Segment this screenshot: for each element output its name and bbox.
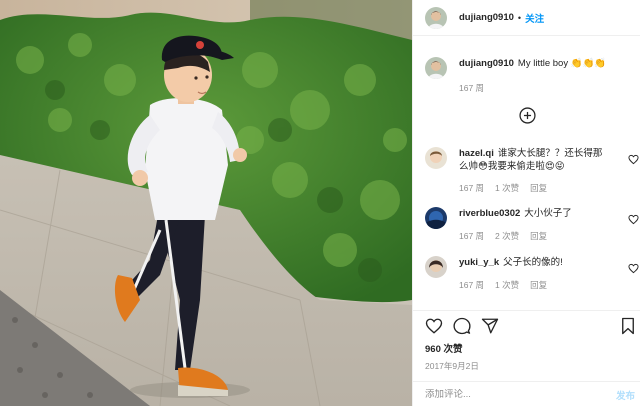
comment-item: riverblue0302 大小伙子了 167 周 2 次赞 回复	[425, 207, 640, 242]
comment-reply-button[interactable]: 回复	[530, 183, 547, 193]
commenter-username[interactable]: riverblue0302	[459, 208, 520, 219]
caption-author-avatar[interactable]	[425, 57, 447, 79]
add-comment-bar: 发布	[413, 381, 640, 406]
share-icon	[481, 318, 499, 334]
comment-text-line-2: 么帅😳我要来偷走啦😍😝	[459, 161, 565, 172]
post-comment-button[interactable]: 发布	[616, 388, 635, 402]
heart-icon	[628, 263, 639, 274]
comment-icon	[453, 317, 471, 335]
commenter-username[interactable]: yuki_y_k	[459, 257, 499, 268]
comment-text-line: yuki_y_k 父子长的像的!	[459, 256, 619, 269]
comment-text: 大小伙子了	[524, 208, 572, 219]
post-photo[interactable]	[0, 0, 412, 406]
comment-like-button[interactable]	[628, 154, 639, 165]
author-avatar[interactable]	[425, 6, 447, 29]
post-side-panel: dujiang0910 • 关注 dujiang0910 My little bo…	[412, 0, 640, 406]
comment-meta: 167 周 2 次赞 回复	[459, 230, 619, 242]
comment-item: hazel.qi 谁家大长腿？？还长得那 么帅😳我要来偷走啦😍😝 167 周 1 次…	[425, 147, 640, 194]
follow-button[interactable]: 关注	[525, 11, 544, 25]
bookmark-icon	[622, 317, 634, 335]
author-avatar-image	[425, 6, 447, 29]
comment-text-line: riverblue0302 大小伙子了	[459, 207, 619, 220]
share-button[interactable]	[481, 317, 499, 335]
caption-meta: 167 周	[459, 82, 606, 94]
comment-like-count[interactable]: 2 次赞	[495, 231, 519, 241]
post-caption: dujiang0910 My little boy 👏👏👏 167 周	[413, 37, 640, 94]
comments-section[interactable]: dujiang0910 My little boy 👏👏👏 167 周 haze…	[413, 37, 640, 307]
comment-age[interactable]: 167 周	[459, 231, 484, 241]
caption-text: My little boy 👏👏👏	[517, 58, 607, 69]
like-button[interactable]	[425, 317, 443, 335]
post-date[interactable]: 2017年9月2日	[413, 360, 640, 372]
comment-text: 父子长的像的!	[503, 257, 563, 268]
heart-icon	[628, 214, 639, 225]
caption-age[interactable]: 167 周	[459, 83, 484, 93]
post-header: dujiang0910 • 关注	[413, 0, 640, 36]
comment-like-count[interactable]: 1 次赞	[495, 183, 519, 193]
comment-meta: 167 周 1 次赞 回复	[459, 182, 619, 194]
commenter-avatar[interactable]	[425, 207, 447, 229]
post-actions: 960 次赞 2017年9月2日 发布	[413, 310, 640, 406]
post-like-count[interactable]: 960 次赞	[413, 341, 640, 355]
instagram-post-view: dujiang0910 • 关注 dujiang0910 My little bo…	[0, 0, 640, 406]
author-username[interactable]: dujiang0910	[459, 12, 514, 23]
header-separator: •	[517, 12, 522, 23]
caption-username[interactable]: dujiang0910	[459, 58, 514, 69]
photo-illustration	[0, 0, 412, 406]
comment-age[interactable]: 167 周	[459, 280, 484, 290]
comment-like-button[interactable]	[628, 214, 639, 225]
load-more-comments-button[interactable]	[519, 107, 536, 124]
caption-author-avatar-image	[425, 57, 447, 79]
commenter-avatar-image	[425, 147, 447, 169]
comment-text: 谁家大长腿？？还长得那	[497, 148, 603, 159]
action-icons-row	[413, 311, 640, 341]
heart-icon	[628, 154, 639, 165]
comment-like-button[interactable]	[628, 263, 639, 274]
comment-item: yuki_y_k 父子长的像的! 167 周 1 次赞 回复	[425, 256, 640, 291]
comment-text-line: hazel.qi 谁家大长腿？？还长得那	[459, 147, 619, 160]
comment-reply-button[interactable]: 回复	[530, 280, 547, 290]
comment-like-count[interactable]: 1 次赞	[495, 280, 519, 290]
commenter-avatar-image	[425, 256, 447, 278]
commenter-avatar[interactable]	[425, 256, 447, 278]
comment-reply-button[interactable]: 回复	[530, 231, 547, 241]
add-comment-input[interactable]	[425, 389, 595, 400]
caption-text-line: dujiang0910 My little boy 👏👏👏	[459, 57, 606, 70]
commenter-username[interactable]: hazel.qi	[459, 148, 494, 159]
commenter-avatar[interactable]	[425, 147, 447, 169]
save-button[interactable]	[619, 317, 637, 335]
comment-age[interactable]: 167 周	[459, 183, 484, 193]
comment-button[interactable]	[453, 317, 471, 335]
plus-circle-icon	[519, 107, 536, 124]
comment-meta: 167 周 1 次赞 回复	[459, 279, 619, 291]
commenter-avatar-image	[425, 207, 447, 229]
heart-icon	[425, 318, 443, 334]
